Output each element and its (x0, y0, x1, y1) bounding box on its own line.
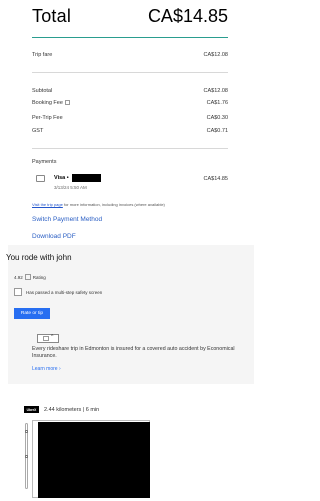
trip-summary: 2.44 kilometers | 6 min (44, 407, 100, 413)
insurance-icon (43, 336, 49, 341)
payment-amount: CA$14.85 (203, 176, 228, 182)
booking-fee-row: Booking Fee CA$1.76 (32, 100, 228, 106)
download-pdf-link[interactable]: Download PDF (32, 233, 76, 240)
payment-datetime: 3/13/24 5:50 AM (54, 185, 87, 190)
trip-fare-row: Trip fare CA$12.08 (32, 52, 228, 58)
safety-screen-row: Has passed a multi-step safety screen (14, 288, 102, 296)
trip-fare-amount: CA$12.08 (203, 52, 228, 58)
booking-fee-amount: CA$1.76 (206, 100, 228, 106)
driver-rating: 4.92 Rating (14, 274, 46, 280)
fare-divider (32, 72, 228, 73)
per-trip-fee-amount: CA$0.30 (206, 115, 228, 121)
subtotal-amount: CA$12.08 (203, 88, 228, 94)
insurance-text: Every rideshare trip in Edmonton is insu… (32, 346, 235, 360)
driver-title: You rode with john (6, 253, 72, 262)
gst-row: GST CA$0.71 (32, 128, 228, 134)
switch-payment-link[interactable]: Switch Payment Method (32, 216, 102, 223)
product-badge: UberX (24, 406, 39, 413)
rating-label: Rating (32, 275, 46, 280)
subtotal-row: Subtotal CA$12.08 (32, 88, 228, 94)
per-trip-fee-label: Per-Trip Fee (32, 115, 63, 121)
info-icon[interactable] (64, 100, 70, 105)
chevron-up-icon[interactable]: ^ (51, 334, 53, 340)
rate-or-tip-button[interactable]: Rate or tip (14, 308, 50, 319)
total-label: Total (32, 6, 72, 26)
trip-page-note-text: for more information, including invoices… (62, 202, 165, 207)
payment-method: Visa • (54, 175, 69, 181)
total-amount: CA$14.85 (147, 6, 228, 26)
redacted-card-number (72, 174, 101, 182)
star-icon (24, 274, 31, 280)
safety-text: Has passed a multi-step safety screen (26, 289, 103, 295)
dropoff-marker-icon (25, 455, 28, 458)
subtotal-label: Subtotal (32, 88, 53, 94)
trip-page-note: Visit the trip page for more information… (32, 202, 165, 207)
breakdown-divider (32, 148, 228, 149)
shield-icon (14, 288, 22, 296)
payments-title: Payments (32, 159, 57, 165)
rating-value: 4.92 (14, 275, 23, 280)
redacted-map (38, 422, 150, 498)
trip-fare-label: Trip fare (32, 52, 53, 58)
credit-card-icon (36, 175, 45, 182)
pickup-marker-icon (25, 430, 28, 433)
per-trip-fee-row: Per-Trip Fee CA$0.30 (32, 115, 228, 121)
trip-page-link[interactable]: Visit the trip page (32, 202, 63, 207)
total-row: Total CA$14.85 (32, 6, 228, 32)
total-divider (32, 37, 228, 38)
gst-label: GST (32, 128, 44, 134)
gst-amount: CA$0.71 (206, 128, 228, 134)
booking-fee-label: Booking Fee (32, 100, 63, 106)
learn-more-link[interactable]: Learn more › (32, 366, 61, 372)
